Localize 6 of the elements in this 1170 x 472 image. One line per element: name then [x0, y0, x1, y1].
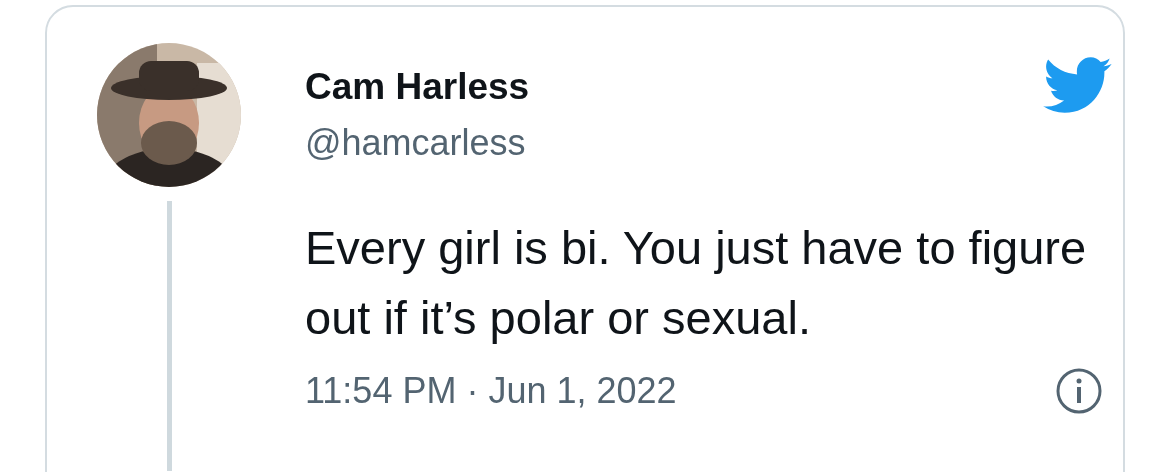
author-handle[interactable]: @hamcarless [305, 121, 530, 165]
tweet-text: Every girl is bi. You just have to figure out if it’s polar or sexual. [305, 220, 1088, 346]
author-name[interactable]: Cam Harless [305, 65, 530, 109]
info-icon[interactable] [1055, 367, 1103, 415]
bird-icon[interactable] [1043, 57, 1113, 115]
tweet-timestamp[interactable]: 11:54 PM · Jun 1, 2022 [305, 368, 677, 414]
